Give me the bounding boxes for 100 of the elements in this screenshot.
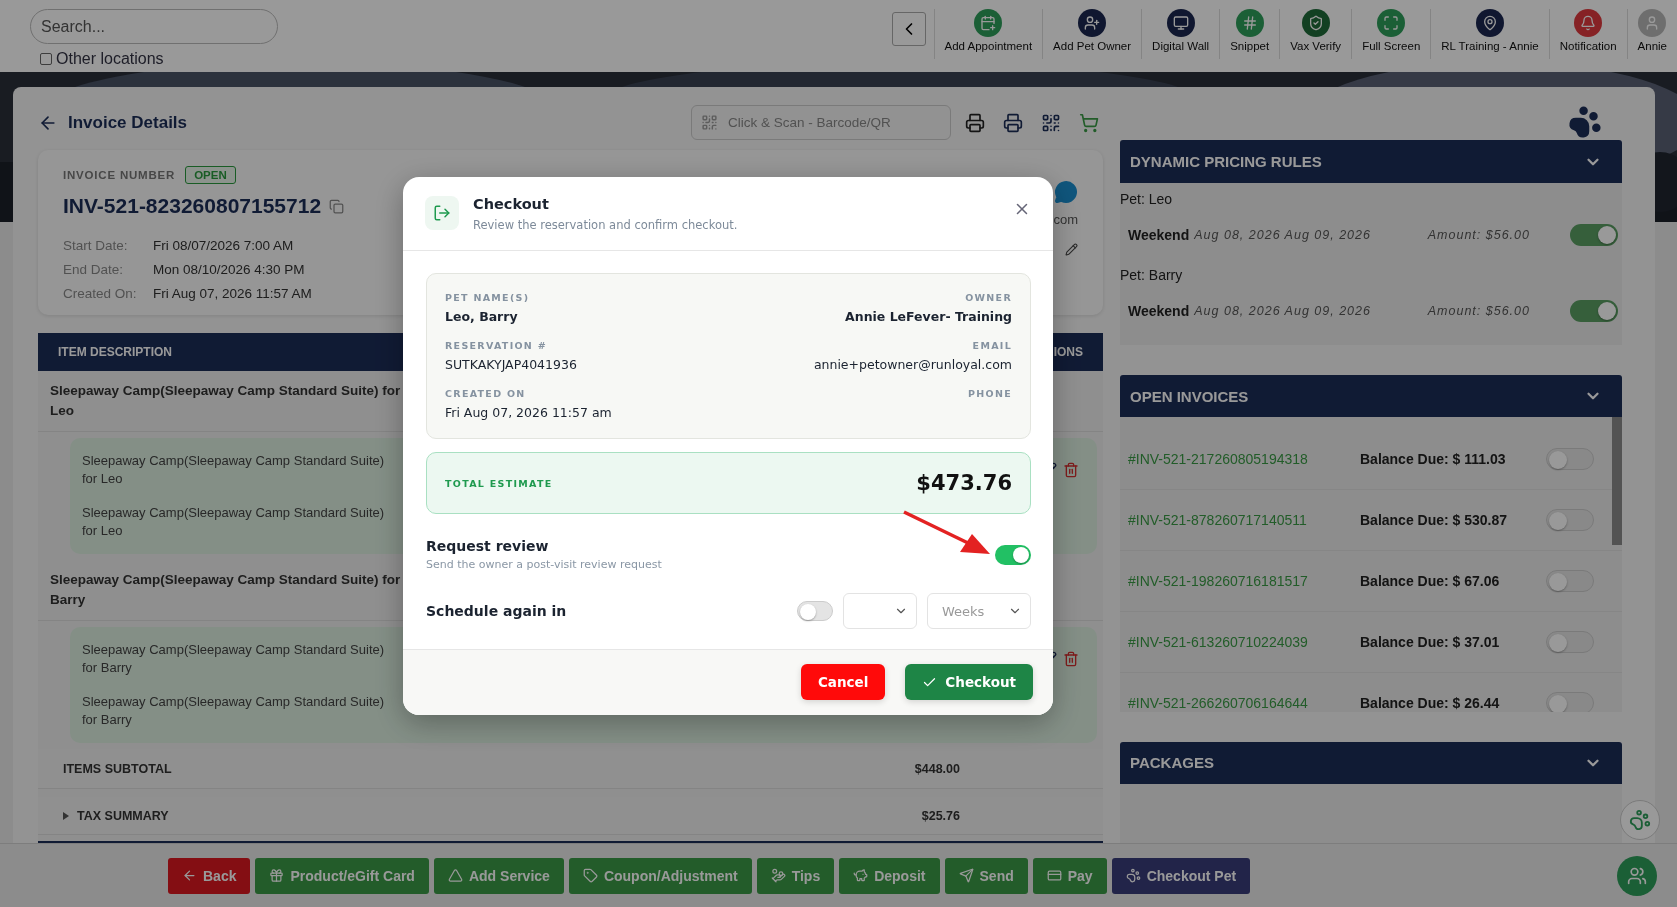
people-icon [1627, 865, 1647, 886]
detail-value: Fri Aug 07, 2026 11:57 am [445, 405, 612, 420]
toggle-switch[interactable] [1546, 631, 1594, 654]
paw-icon [1629, 809, 1651, 831]
scan-field[interactable]: Click & Scan - Barcode/QR [691, 105, 951, 140]
balance-due: Balance Due: $ 26.44 [1360, 695, 1500, 712]
toggle-switch[interactable] [1546, 570, 1594, 593]
invoice-link[interactable]: #INV-521-613260710224039 [1128, 634, 1360, 651]
copy-icon[interactable] [329, 198, 345, 214]
detail-label: EMAIL [972, 340, 1012, 351]
review-title: Request review [426, 538, 550, 554]
collapse-button[interactable] [891, 12, 926, 46]
pet-label: Pet: Leo [1120, 189, 1174, 209]
toolbar-button[interactable]: Digital Wall [1141, 9, 1220, 59]
toolbar-button[interactable]: Notification [1548, 9, 1627, 59]
toolbar-button[interactable]: RL Training - Annie [1430, 9, 1549, 59]
avatar-icon [1638, 9, 1667, 37]
contact-text: com [1053, 212, 1078, 227]
field-label: Created On: [63, 286, 138, 301]
cancel-button[interactable]: Cancel [800, 664, 886, 700]
field-value: Fri 08/07/2026 7:00 AM [153, 238, 295, 253]
rule-name: Weekend [1128, 226, 1190, 243]
edit-icon[interactable] [1065, 243, 1078, 256]
group-title: Sleepaway Camp(Sleepaway Camp Standard Suite) for Leo [50, 382, 402, 420]
rule-name: Weekend [1128, 302, 1190, 319]
dialog-title: Checkout [473, 196, 550, 212]
toggle-switch[interactable] [1546, 692, 1594, 713]
invoice-link[interactable]: #INV-521-878260717140511 [1128, 512, 1360, 529]
detail-value: Annie LeFever- Training [845, 309, 1012, 324]
invoice-link[interactable]: #INV-521-266260706164644 [1128, 695, 1360, 712]
trash-icon[interactable] [1063, 651, 1079, 667]
item-text: Sleepaway Camp(Sleepaway Camp Standard Suite) for Leo [82, 504, 386, 540]
detail-value: SUTKAKYJAP4041936 [445, 357, 577, 372]
action-button[interactable]: Product/eGift Card [255, 857, 429, 894]
detail-label: OWNER [965, 292, 1012, 303]
invoice-link[interactable]: #INV-521-198260716181517 [1128, 573, 1360, 590]
detail-label: PET NAME(S) [445, 292, 530, 303]
dialog-subtitle: Review the reservation and confirm checkout. [473, 218, 738, 232]
gift-icon [269, 868, 285, 883]
field-label: Start Date: [63, 238, 129, 253]
toolbar-button[interactable]: Annie [1626, 9, 1677, 59]
scrollbar[interactable] [1612, 417, 1622, 546]
toggle-switch[interactable] [1570, 299, 1618, 322]
toolbar-button[interactable]: Vax Verify [1279, 9, 1352, 59]
toolbar-button[interactable]: Add Appointment [933, 9, 1043, 59]
expand-icon [1377, 9, 1406, 37]
status-badge: OPEN [185, 166, 236, 184]
toggle-switch[interactable] [995, 544, 1031, 565]
detail-label: PHONE [968, 388, 1012, 399]
search-field[interactable]: Search... [30, 9, 278, 44]
toggle-switch[interactable] [1546, 509, 1594, 532]
action-button[interactable]: Deposit [839, 857, 940, 894]
field-value: Mon 08/10/2026 4:30 PM [153, 262, 306, 277]
card-icon [1046, 868, 1062, 883]
action-button[interactable]: Tips [756, 857, 835, 894]
panel-header[interactable]: DYNAMIC PRICING RULES [1120, 140, 1622, 183]
balance-due: Balance Due: $ 530.87 [1360, 512, 1508, 529]
item-text: Sleepaway Camp(Sleepaway Camp Standard Suite) for Barry [82, 641, 386, 677]
action-button[interactable]: Coupon/Adjustment [568, 857, 752, 894]
toggle-switch[interactable] [1546, 448, 1594, 471]
chat-bubble-icon[interactable] [1054, 180, 1078, 204]
action-button[interactable]: Back [168, 857, 251, 894]
piggy-bank-icon [853, 868, 869, 883]
invoice-label: INVOICE NUMBER [63, 169, 176, 181]
action-button[interactable]: Checkout Pet [1111, 857, 1251, 894]
hand-coins-icon [770, 868, 786, 883]
field-label: End Date: [63, 262, 125, 277]
action-button[interactable]: Add Service [433, 857, 564, 894]
invoice-number: INV-521-823260807155712 [63, 194, 322, 218]
send-icon [958, 868, 974, 883]
unit-select[interactable]: Weeks [927, 593, 1031, 629]
detail-label: CREATED ON [445, 388, 526, 399]
support-chat-button[interactable] [1617, 855, 1657, 896]
column-header: ITEM DESCRIPTION [58, 345, 172, 359]
schedule-label: Schedule again in [426, 603, 567, 619]
trash-icon[interactable] [1063, 462, 1079, 478]
checkout-button[interactable]: Checkout [905, 664, 1033, 700]
toolbar-button[interactable]: Snippet [1219, 9, 1280, 59]
rule-amount: Amount: $56.00 [1427, 227, 1530, 242]
detail-value: Leo, Barry [445, 309, 518, 324]
tax-value: $25.76 [921, 808, 960, 823]
balance-due: Balance Due: $ 37.01 [1360, 634, 1500, 651]
panel-header[interactable]: PACKAGES [1120, 741, 1622, 785]
hash-icon [1235, 9, 1264, 37]
toggle-switch[interactable] [1570, 223, 1618, 246]
toggle-switch[interactable] [797, 601, 833, 621]
pet-label: Pet: Barry [1120, 265, 1184, 285]
item-text: Sleepaway Camp(Sleepaway Camp Standard Suite) for Leo [82, 452, 386, 488]
column-header: IONS [1053, 345, 1083, 359]
action-button[interactable]: Pay [1032, 857, 1107, 894]
toolbar-button[interactable]: Full Screen [1351, 9, 1431, 59]
paw-logo-icon [1568, 105, 1602, 139]
panel-header[interactable]: OPEN INVOICES [1120, 375, 1622, 418]
tax-summary-toggle[interactable]: TAX SUMMARY [63, 808, 169, 823]
paw-icon [1125, 868, 1141, 883]
invoice-link[interactable]: #INV-521-217260805194318 [1128, 451, 1360, 468]
other-locations-checkbox[interactable]: Other locations [30, 50, 278, 68]
toolbar-button[interactable]: Add Pet Owner [1042, 9, 1142, 59]
exit-icon [425, 196, 459, 230]
action-button[interactable]: Send [944, 857, 1028, 894]
